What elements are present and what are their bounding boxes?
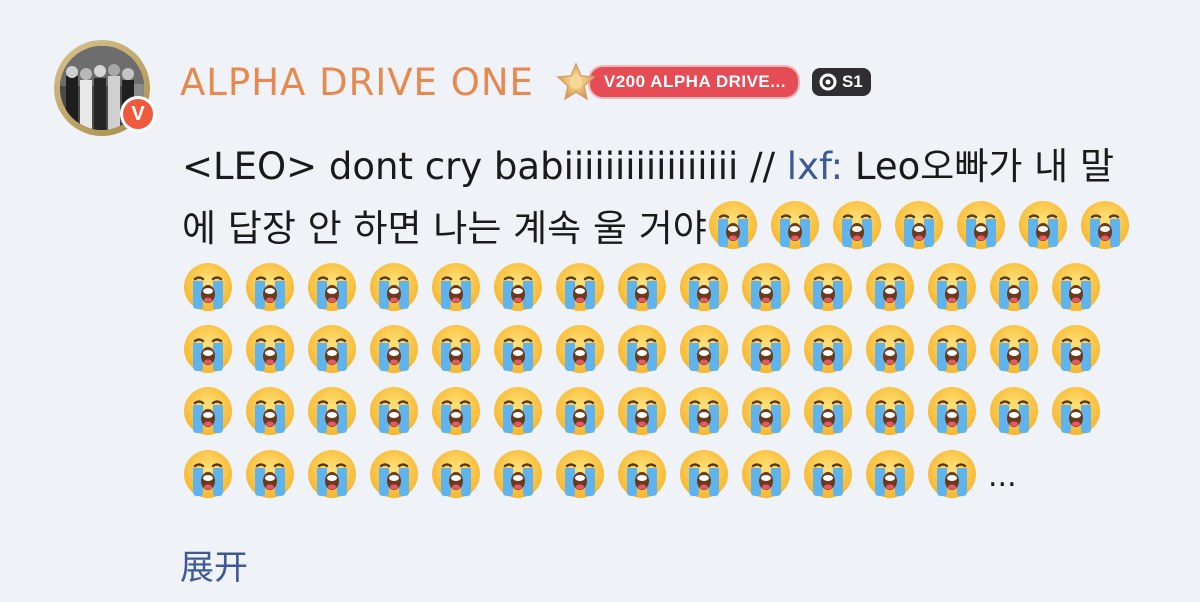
loudly-crying-face-emoji (308, 450, 356, 498)
loudly-crying-face-emoji (494, 387, 542, 435)
loudly-crying-face-emoji (894, 201, 943, 249)
fan-badge-label: V200 ALPHA DRIVE... (587, 65, 800, 99)
loudly-crying-face-emoji (866, 387, 914, 435)
loudly-crying-face-emoji (184, 325, 232, 373)
loudly-crying-face-emoji (184, 450, 232, 498)
loudly-crying-face-emoji (742, 325, 790, 373)
post-header: ALPHA DRIVE ONE V200 ALPHA DRIVE... S1 (180, 58, 871, 106)
loudly-crying-face-emoji (184, 387, 232, 435)
loudly-crying-face-emoji (928, 325, 976, 373)
loudly-crying-face-emoji (742, 263, 790, 311)
loudly-crying-face-emoji (804, 450, 852, 498)
loudly-crying-face-emoji (742, 387, 790, 435)
loudly-crying-face-emoji (494, 263, 542, 311)
loudly-crying-face-emoji (618, 325, 666, 373)
loudly-crying-face-emoji (494, 325, 542, 373)
level-label: S1 (841, 72, 863, 91)
loudly-crying-face-emoji (432, 450, 480, 498)
loudly-crying-face-emoji (1052, 325, 1100, 373)
ellipsis: ... (988, 459, 1017, 494)
loudly-crying-face-emoji (246, 450, 294, 498)
loudly-crying-face-emoji (928, 450, 976, 498)
loudly-crying-face-emoji (370, 387, 418, 435)
loudly-crying-face-emoji (370, 450, 418, 498)
loudly-crying-face-emoji (770, 201, 819, 249)
loudly-crying-face-emoji (556, 263, 604, 311)
loudly-crying-face-emoji (618, 387, 666, 435)
expand-button[interactable]: 展开 (180, 540, 248, 589)
loudly-crying-face-emoji (680, 325, 728, 373)
loudly-crying-face-emoji (308, 387, 356, 435)
level-badge[interactable]: S1 (811, 68, 871, 96)
loudly-crying-face-emoji (246, 263, 294, 311)
loudly-crying-face-emoji (370, 263, 418, 311)
loudly-crying-face-emoji (928, 387, 976, 435)
avatar[interactable]: V (54, 40, 156, 136)
loudly-crying-face-emoji (708, 201, 757, 249)
loudly-crying-face-emoji (804, 263, 852, 311)
loudly-crying-face-emoji (680, 263, 728, 311)
loudly-crying-face-emoji (1018, 201, 1067, 249)
loudly-crying-face-emoji (1052, 263, 1100, 311)
loudly-crying-face-emoji (804, 387, 852, 435)
fan-badge[interactable]: V200 ALPHA DRIVE... (556, 62, 800, 102)
loudly-crying-face-emoji (556, 450, 604, 498)
loudly-crying-face-emoji (370, 325, 418, 373)
loudly-crying-face-emoji (928, 263, 976, 311)
loudly-crying-face-emoji (742, 450, 790, 498)
loudly-crying-face-emoji (1080, 201, 1129, 249)
loudly-crying-face-emoji (680, 450, 728, 498)
loudly-crying-face-emoji (308, 325, 356, 373)
loudly-crying-face-emoji (990, 263, 1038, 311)
loudly-crying-face-emoji (804, 325, 852, 373)
loudly-crying-face-emoji (866, 450, 914, 498)
loudly-crying-face-emoji (866, 263, 914, 311)
loudly-crying-face-emoji (308, 263, 356, 311)
loudly-crying-face-emoji (990, 387, 1038, 435)
star-icon (556, 62, 596, 101)
loudly-crying-face-emoji (184, 263, 232, 311)
post-text-main: <LEO> dont cry babiiiiiiiiiiiiiiiii // (182, 145, 776, 188)
loudly-crying-face-emoji (556, 387, 604, 435)
loudly-crying-face-emoji (956, 201, 1005, 249)
loudly-crying-face-emoji (680, 387, 728, 435)
post-text: <LEO> dont cry babiiiiiiiiiiiiiiiii // l… (182, 136, 1142, 509)
loudly-crying-face-emoji (832, 201, 881, 249)
loudly-crying-face-emoji (1052, 387, 1100, 435)
loudly-crying-face-emoji (866, 325, 914, 373)
loudly-crying-face-emoji (618, 263, 666, 311)
mention-link[interactable]: lxf: (787, 145, 843, 188)
loudly-crying-face-emoji (990, 325, 1038, 373)
ring-icon (819, 73, 837, 91)
verified-badge: V (120, 96, 156, 132)
loudly-crying-face-emoji (432, 263, 480, 311)
loudly-crying-face-emoji (494, 450, 542, 498)
loudly-crying-face-emoji (432, 325, 480, 373)
username[interactable]: ALPHA DRIVE ONE (180, 61, 534, 104)
loudly-crying-face-emoji (556, 325, 604, 373)
loudly-crying-face-emoji (618, 450, 666, 498)
loudly-crying-face-emoji (246, 325, 294, 373)
loudly-crying-face-emoji (432, 387, 480, 435)
loudly-crying-face-emoji (246, 387, 294, 435)
